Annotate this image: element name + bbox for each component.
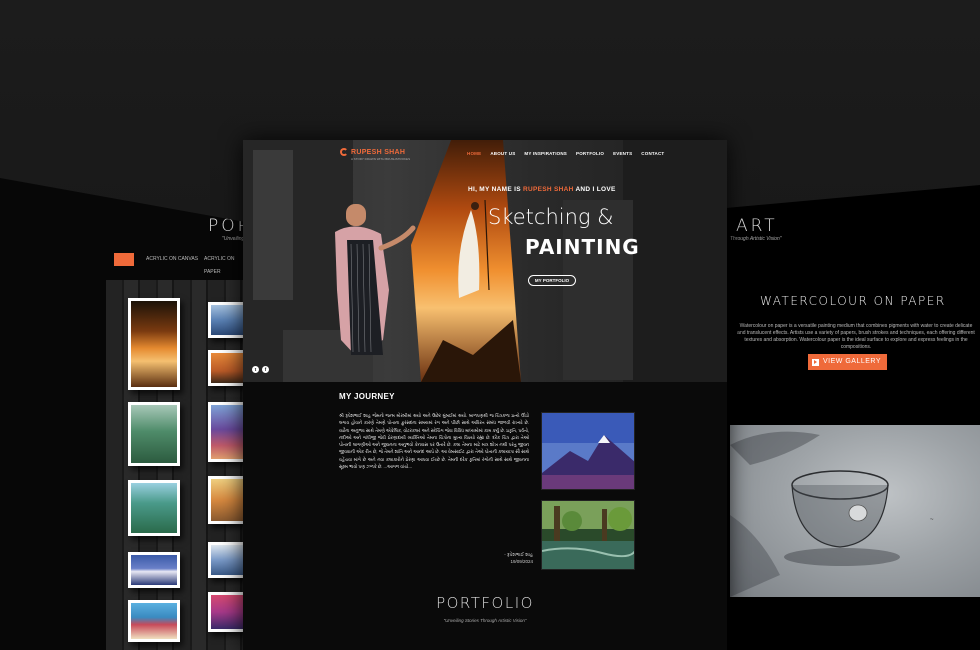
right-watercolour-screen: ART Through Artistic Vision" WATERCOLOUR… [726, 185, 980, 650]
svg-text:~: ~ [930, 517, 934, 523]
watercolour-heading: WATERCOLOUR ON PAPER [760, 294, 946, 308]
top-navigation: RUPESH SHAH A STORY DRAWN WITH BRUSHSTRO… [243, 140, 727, 168]
my-journey-title: MY JOURNEY [339, 392, 395, 401]
journey-signature: - રૂપેશભાઈ શાહ [504, 552, 533, 557]
painting-frame[interactable] [208, 542, 245, 578]
hero-headline-2: PAINTING [525, 235, 640, 259]
bowl-sketch-image[interactable]: ~ [730, 425, 980, 597]
center-homepage-screen: RUPESH SHAH A STORY DRAWN WITH BRUSHSTRO… [243, 140, 727, 650]
painting-frame[interactable] [128, 402, 180, 466]
my-portfolio-button[interactable]: MY PORTFOLIO [528, 275, 576, 286]
forest-painting[interactable] [541, 500, 635, 570]
view-gallery-button[interactable]: VIEW GALLERY [808, 354, 888, 370]
intro-text: HI, MY NAME IS [468, 186, 523, 193]
hero-banner: RUPESH SHAH A STORY DRAWN WITH BRUSHSTRO… [243, 140, 727, 382]
journey-body: શ્રી રૂપેશભાઈ શાહ જેમનો જન્મ મોરબીમાં થય… [339, 413, 529, 470]
artist-name: RUPESH SHAH [522, 186, 574, 193]
logo-icon [340, 148, 348, 156]
painting-frame[interactable] [128, 552, 180, 588]
intro-text-end: AND I LOVE [573, 186, 616, 193]
social-links: t f [252, 366, 269, 373]
tab-acrylic-canvas[interactable]: ACRYLIC ON CANVAS [140, 253, 204, 266]
journey-date: 19/09/2024 [510, 559, 533, 564]
nav-home[interactable]: HOME [467, 151, 481, 156]
nav-events[interactable]: EVENTS [613, 151, 632, 156]
logo-subtitle: A STORY DRAWN WITH BRUSHSTROKES [351, 157, 411, 161]
nav-about-us[interactable]: ABOUT US [490, 151, 515, 156]
art-heading: ART [736, 216, 778, 236]
art-tagline: Through Artistic Vision" [730, 236, 782, 242]
site-logo[interactable]: RUPESH SHAH [340, 148, 405, 156]
tab-acrylic-paper[interactable]: ACRYLIC ON PAPER [198, 253, 245, 275]
painting-frame[interactable] [208, 402, 245, 462]
logo-name: RUPESH SHAH [351, 148, 406, 156]
sketch-drawing: ~ [730, 431, 934, 597]
nav-contact[interactable]: CONTACT [641, 151, 664, 156]
gallery-wall [106, 280, 245, 650]
painting-frame[interactable] [128, 480, 180, 536]
artist-photo [243, 140, 727, 382]
tab-active[interactable] [114, 253, 134, 266]
portfolio-section-title: PORTFOLIO [436, 594, 534, 612]
painting-frame[interactable] [208, 302, 245, 338]
twitter-icon[interactable]: t [252, 366, 259, 373]
arrow-icon [812, 358, 819, 366]
painting-frame[interactable] [128, 600, 180, 642]
forest-painting-art [542, 501, 634, 569]
mountain-painting[interactable] [541, 412, 635, 490]
nav-my-inspirations[interactable]: MY INSPIRATIONS [524, 151, 567, 156]
view-gallery-label: VIEW GALLERY [823, 358, 882, 365]
nav-portfolio[interactable]: PORTFOLIO [576, 151, 604, 156]
left-portfolio-screen: PORT "Unveiling ACRYLIC ON CANVAS ACRYLI… [0, 178, 245, 650]
watercolour-description: Watercolour on paper is a versatile pain… [737, 323, 975, 350]
mountain-painting-art [542, 413, 634, 489]
painting-frame[interactable] [208, 592, 245, 632]
painting-frame[interactable] [208, 350, 245, 386]
facebook-icon[interactable]: f [262, 366, 269, 373]
hero-headline-1: Sketching & [488, 205, 614, 229]
painting-frame[interactable] [208, 476, 245, 524]
painting-frame[interactable] [128, 298, 180, 390]
portfolio-section-tagline: "Unveiling Stories Through Artistic Visi… [443, 618, 527, 623]
hero-intro: HI, MY NAME IS RUPESH SHAH AND I LOVE [468, 186, 616, 193]
main-menu: HOME ABOUT US MY INSPIRATIONS PORTFOLIO … [467, 151, 664, 156]
portfolio-tagline: "Unveiling [222, 236, 245, 242]
